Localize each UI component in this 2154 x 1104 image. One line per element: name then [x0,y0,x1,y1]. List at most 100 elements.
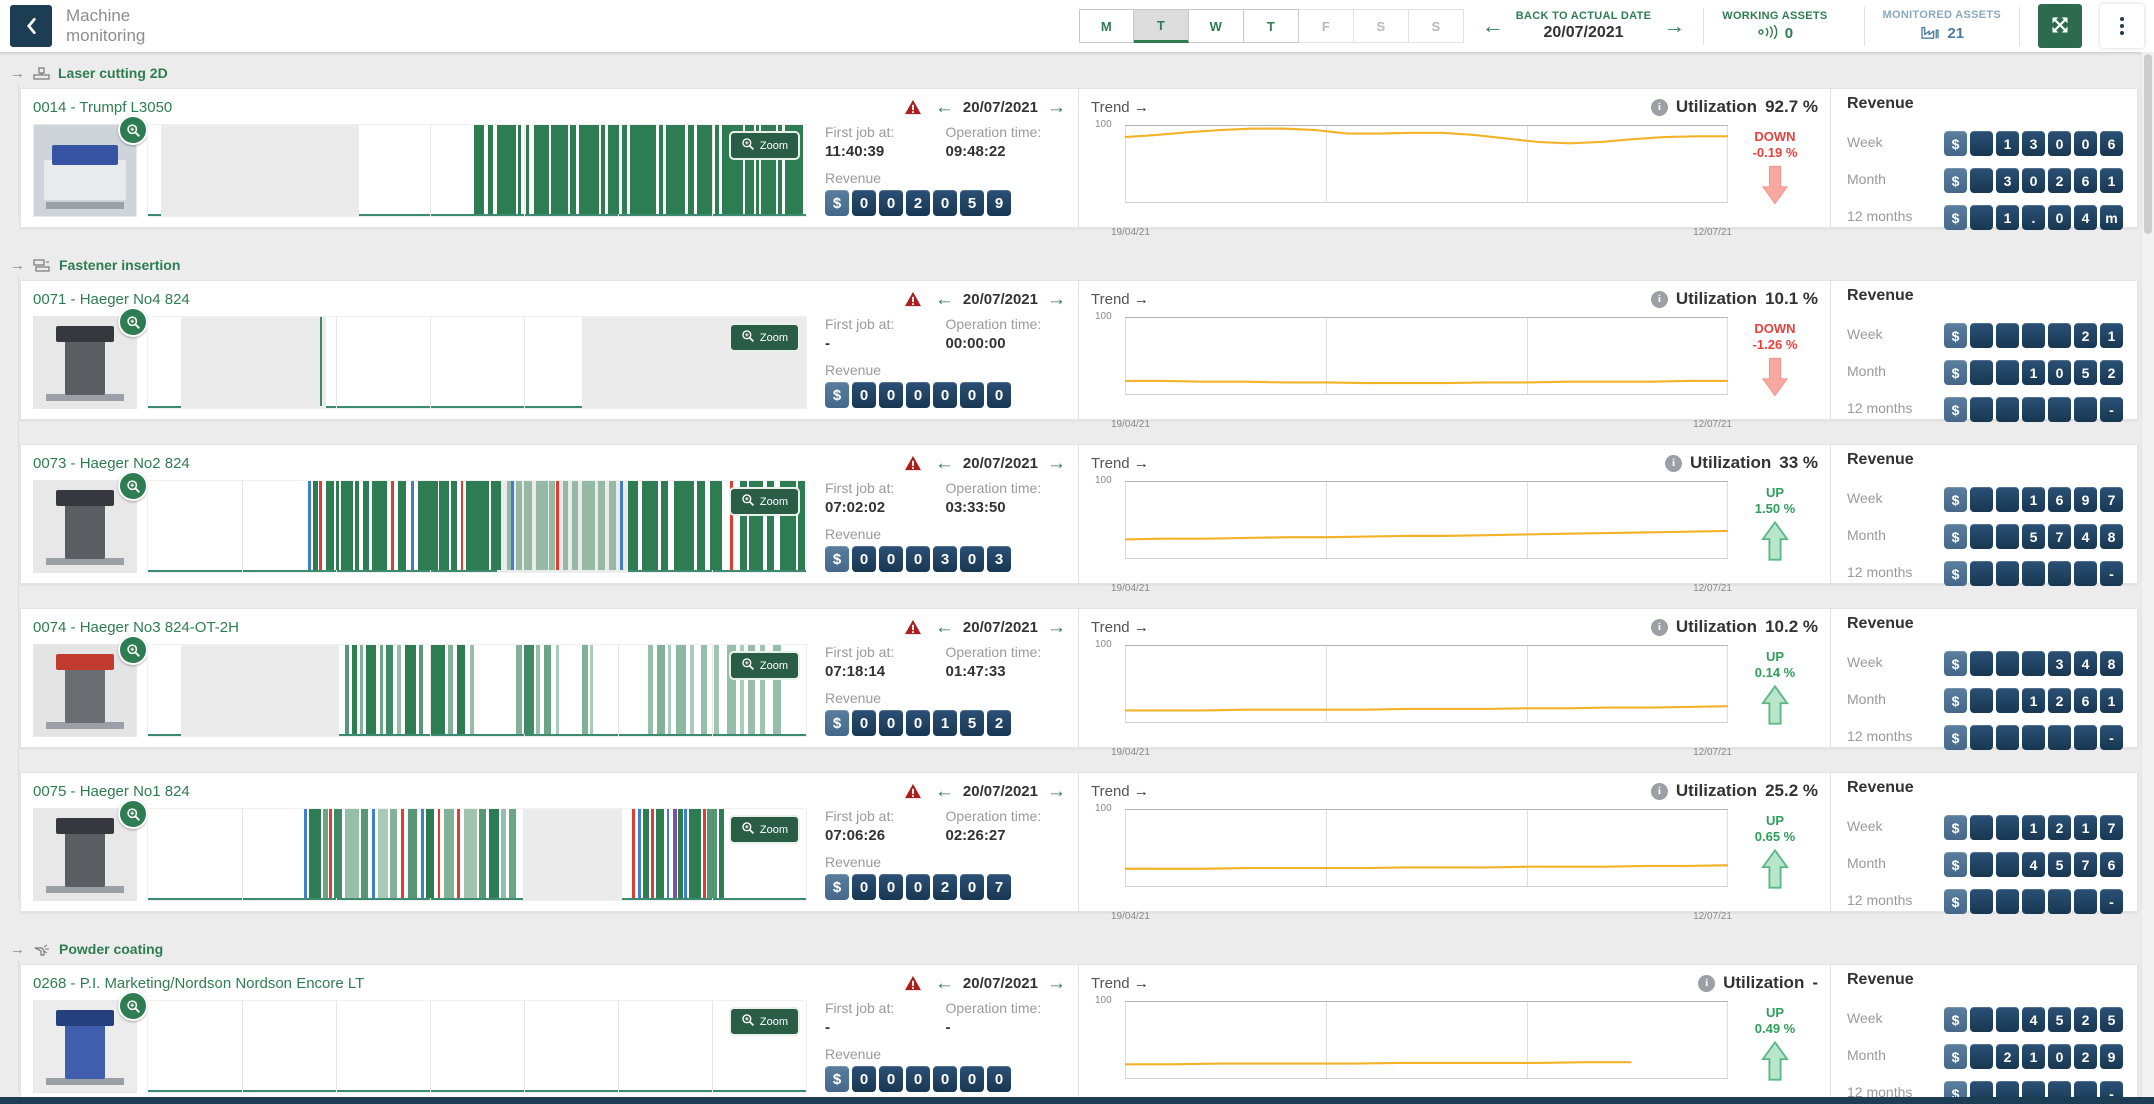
info-icon[interactable]: i [1698,975,1715,992]
currency-box: $ [1944,397,1967,422]
year-revenue-counter: $- [1944,889,2123,914]
trend-link[interactable]: Trend → [1091,783,1149,800]
digit-box: 2 [2100,360,2123,385]
next-day-arrow-icon[interactable]: → [1047,454,1066,473]
back-to-actual-date[interactable]: BACK TO ACTUAL DATE 20/07/2021 [1516,10,1651,42]
info-icon[interactable]: i [1651,99,1668,116]
next-day-arrow-icon[interactable]: → [1047,782,1066,801]
info-icon[interactable]: i [1651,291,1668,308]
job-bar [620,481,623,570]
photo-zoom-icon[interactable] [118,115,148,145]
currency-box: $ [1944,524,1967,549]
next-day-arrow-icon[interactable]: → [1047,98,1066,117]
working-assets-count: 0 [1785,25,1793,42]
next-date-arrow-icon[interactable]: → [1663,15,1685,37]
operation-time-value: 00:00:00 [946,335,1067,353]
next-day-arrow-icon[interactable]: → [1047,618,1066,637]
x-axis-end-label: 12/07/21 [1693,747,1732,758]
prev-day-arrow-icon[interactable]: ← [935,98,954,117]
job-bar [544,645,551,734]
fullscreen-button[interactable] [2038,4,2082,48]
trend-chart: 100 19/04/21 12/07/21 [1125,125,1728,221]
machine-name-link[interactable]: 0074 - Haeger No3 824-OT-2H [33,619,239,636]
machine-name-link[interactable]: 0071 - Haeger No4 824 [33,291,190,308]
photo-zoom-icon[interactable] [118,307,148,337]
info-icon[interactable]: i [1651,619,1668,636]
machine-name-link[interactable]: 0268 - P.I. Marketing/Nordson Nordson En… [33,975,364,992]
photo-zoom-icon[interactable] [118,635,148,665]
timeline-chart[interactable]: Zoom [147,1000,807,1093]
trend-link[interactable]: Trend → [1091,455,1149,472]
trend-link[interactable]: Trend → [1091,619,1149,636]
job-bar [516,481,521,570]
monitored-assets: MONITORED ASSETS 21 [1864,7,2020,46]
prev-day-arrow-icon[interactable]: ← [935,782,954,801]
job-bar [673,809,677,898]
trend-link[interactable]: Trend → [1091,291,1149,308]
magnifier-icon [741,1013,755,1030]
machine-photo[interactable] [33,480,137,573]
prev-day-arrow-icon[interactable]: ← [935,290,954,309]
machine-photo[interactable] [33,808,137,901]
overflow-menu-button[interactable] [2100,4,2144,48]
trend-link[interactable]: Trend → [1091,975,1149,992]
revenue-column-header: Revenue [1847,95,2123,119]
machine-name-link[interactable]: 0075 - Haeger No1 824 [33,783,190,800]
digit-box: 4 [2022,1007,2045,1032]
photo-zoom-icon[interactable] [118,471,148,501]
machine-photo[interactable] [33,316,137,409]
prev-day-arrow-icon[interactable]: ← [935,454,954,473]
timeline-zoom-button[interactable]: Zoom [729,1007,800,1036]
digit-box: 1 [2022,487,2045,512]
machine-photo[interactable] [33,124,137,217]
timeline-chart[interactable]: Zoom [147,480,807,573]
timeline-zoom-button[interactable]: Zoom [729,815,800,844]
scrollbar-thumb[interactable] [2144,54,2152,234]
machine-photo[interactable] [33,1000,137,1093]
next-day-arrow-icon[interactable]: → [1047,974,1066,993]
day-button-m-0[interactable]: M [1079,9,1134,43]
prev-day-arrow-icon[interactable]: ← [935,974,954,993]
day-button-t-1[interactable]: T [1134,9,1189,43]
info-icon[interactable]: i [1665,455,1682,472]
trend-link[interactable]: Trend → [1091,99,1149,116]
kebab-menu-icon [2120,17,2124,35]
machine-photo[interactable] [33,644,137,737]
timeline-zoom-button[interactable]: Zoom [729,131,800,160]
digit-box [1996,323,2019,348]
info-icon[interactable]: i [1651,783,1668,800]
timeline-zoom-button[interactable]: Zoom [729,487,800,516]
photo-zoom-icon[interactable] [118,991,148,1021]
digit-box [1970,651,1993,676]
photo-zoom-icon[interactable] [118,799,148,829]
digit-box: 0 [852,1066,876,1092]
y-axis-max-label: 100 [1095,803,1112,814]
digit-box: 3 [933,546,957,572]
utilization-label: Utilization [1676,781,1757,801]
digit-box: 1 [2100,168,2123,193]
back-to-actual-label: BACK TO ACTUAL DATE [1516,10,1651,22]
timeline-zoom-button[interactable]: Zoom [729,323,800,352]
revenue-label: Revenue [825,690,1066,706]
timeline-chart[interactable]: Zoom [147,808,807,901]
timeline-chart[interactable]: Zoom [147,644,807,737]
prev-day-arrow-icon[interactable]: ← [935,618,954,637]
machine-name-link[interactable]: 0014 - Trumpf L3050 [33,99,172,116]
digit-box: 2 [2074,323,2097,348]
month-label: Month [1847,363,1886,379]
next-day-arrow-icon[interactable]: → [1047,290,1066,309]
timeline-zoom-button[interactable]: Zoom [729,651,800,680]
job-bar [668,645,671,734]
prev-date-arrow-icon[interactable]: ← [1482,15,1504,37]
back-button[interactable] [10,5,52,47]
job-bar [457,645,465,734]
job-bar [526,125,529,214]
day-button-t-3[interactable]: T [1244,9,1299,43]
job-bar [666,125,685,214]
job-bar [391,481,394,570]
timeline-chart[interactable]: Zoom [147,124,807,217]
timeline-chart[interactable]: Zoom [147,316,807,409]
machine-name-link[interactable]: 0073 - Haeger No2 824 [33,455,190,472]
page-scrollbar[interactable] [2141,52,2154,1104]
day-button-w-2[interactable]: W [1189,9,1244,43]
